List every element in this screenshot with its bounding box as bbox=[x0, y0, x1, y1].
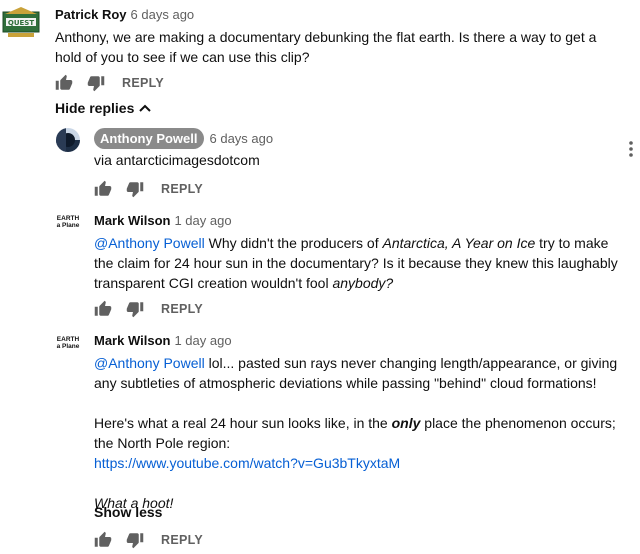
reply-text-line: Here's what a real 24 hour sun looks lik… bbox=[94, 413, 617, 433]
comment-text: Anthony, we are making a documentary deb… bbox=[55, 27, 596, 67]
comment-actions: REPLY bbox=[55, 71, 164, 95]
hide-replies-label: Hide replies bbox=[55, 100, 135, 116]
more-actions-icon[interactable] bbox=[626, 140, 636, 160]
thumbs-down-icon[interactable] bbox=[126, 180, 144, 198]
reply-text: @Anthony Powell Why didn't the producers… bbox=[94, 233, 618, 293]
thumbs-down-icon[interactable] bbox=[126, 300, 144, 318]
show-less-button[interactable]: Show less bbox=[94, 504, 162, 520]
comment-text-line: hold of you to see if we can use this cl… bbox=[55, 49, 310, 65]
reply-timestamp[interactable]: 1 day ago bbox=[174, 213, 231, 228]
reply-author[interactable]: Mark Wilson bbox=[94, 333, 170, 348]
reply-header: Mark Wilson 1 day ago bbox=[94, 332, 232, 350]
avatar-text: EARTH bbox=[56, 336, 80, 343]
reply-timestamp[interactable]: 6 days ago bbox=[210, 131, 274, 146]
quest-logo-icon: QUEST bbox=[2, 7, 40, 37]
text-span: place the phenomenon occurs; bbox=[420, 415, 616, 431]
reply-text-line: the claim for 24 hour sun in the documen… bbox=[94, 255, 618, 271]
reply-text-line: transparent CGI creation wouldn't fool a… bbox=[94, 273, 618, 293]
reply-button[interactable]: REPLY bbox=[161, 533, 203, 547]
text-span: only bbox=[391, 415, 421, 431]
thumbs-up-icon[interactable] bbox=[55, 74, 73, 92]
reply-text: @Anthony Powell lol... pasted sun rays n… bbox=[94, 353, 617, 513]
avatar-patrick-roy[interactable]: QUEST bbox=[2, 6, 40, 40]
author-chip[interactable]: Anthony Powell bbox=[94, 128, 204, 149]
video-link[interactable]: https://www.youtube.com/watch?v=Gu3bTkyx… bbox=[94, 455, 400, 471]
text-span: Antarctica, A Year on Ice bbox=[382, 235, 536, 251]
mention-link[interactable]: @Anthony Powell bbox=[94, 355, 205, 371]
reply-author[interactable]: Mark Wilson bbox=[94, 213, 170, 228]
reply-text-line: https://www.youtube.com/watch?v=Gu3bTkyx… bbox=[94, 453, 617, 473]
text-span: lol... pasted sun rays never changing le… bbox=[204, 355, 618, 371]
text-span: Why didn't the producers of bbox=[204, 235, 383, 251]
reply-actions: REPLY bbox=[94, 528, 203, 552]
reply-button[interactable]: REPLY bbox=[161, 182, 203, 196]
profile-photo-icon bbox=[56, 128, 80, 152]
text-span: Here's what a real 24 hour sun looks lik… bbox=[94, 415, 392, 431]
thumbs-up-icon[interactable] bbox=[94, 300, 112, 318]
comment-text-line: Anthony, we are making a documentary deb… bbox=[55, 29, 597, 45]
avatar-mark-wilson[interactable]: EARTH a Plane bbox=[55, 336, 81, 350]
thumbs-up-icon[interactable] bbox=[94, 531, 112, 549]
text-span: anybody? bbox=[332, 275, 394, 291]
avatar-text: a Plane bbox=[56, 222, 80, 229]
text-span: transparent CGI creation wouldn't fool bbox=[94, 275, 333, 291]
avatar-text: EARTH bbox=[56, 215, 80, 222]
comment-timestamp[interactable]: 6 days ago bbox=[131, 7, 195, 22]
comment-header: Patrick Roy 6 days ago bbox=[55, 6, 194, 24]
reply-button[interactable]: REPLY bbox=[161, 302, 203, 316]
svg-text:QUEST: QUEST bbox=[8, 19, 34, 27]
reply-header: Anthony Powell 6 days ago bbox=[94, 128, 273, 149]
reply-text: via antarcticimagesdotcom bbox=[94, 152, 260, 168]
reply-text-line: any subtleties of atmospheric deviations… bbox=[94, 375, 597, 391]
reply-text-line: @Anthony Powell lol... pasted sun rays n… bbox=[94, 353, 617, 373]
reply-actions: REPLY bbox=[94, 297, 203, 321]
reply-text-line: What a hoot! bbox=[94, 493, 617, 513]
reply-timestamp[interactable]: 1 day ago bbox=[174, 333, 231, 348]
hide-replies-toggle[interactable]: Hide replies bbox=[55, 99, 152, 117]
reply-actions: REPLY bbox=[94, 177, 203, 201]
text-span: try to make bbox=[535, 235, 609, 251]
avatar-anthony-powell[interactable] bbox=[56, 128, 80, 152]
reply-text-line: @Anthony Powell Why didn't the producers… bbox=[94, 233, 618, 253]
mention-link[interactable]: @Anthony Powell bbox=[94, 235, 205, 251]
reply-text-line: the North Pole region: bbox=[94, 435, 231, 451]
reply-header: Mark Wilson 1 day ago bbox=[94, 212, 232, 230]
reply-button[interactable]: REPLY bbox=[122, 76, 164, 90]
chevron-up-icon bbox=[139, 99, 152, 117]
avatar-text: a Plane bbox=[56, 343, 80, 350]
thumbs-up-icon[interactable] bbox=[94, 180, 112, 198]
thumbs-down-icon[interactable] bbox=[87, 74, 105, 92]
thumbs-down-icon[interactable] bbox=[126, 531, 144, 549]
avatar-mark-wilson[interactable]: EARTH a Plane bbox=[55, 215, 81, 229]
comment-author[interactable]: Patrick Roy bbox=[55, 7, 127, 22]
